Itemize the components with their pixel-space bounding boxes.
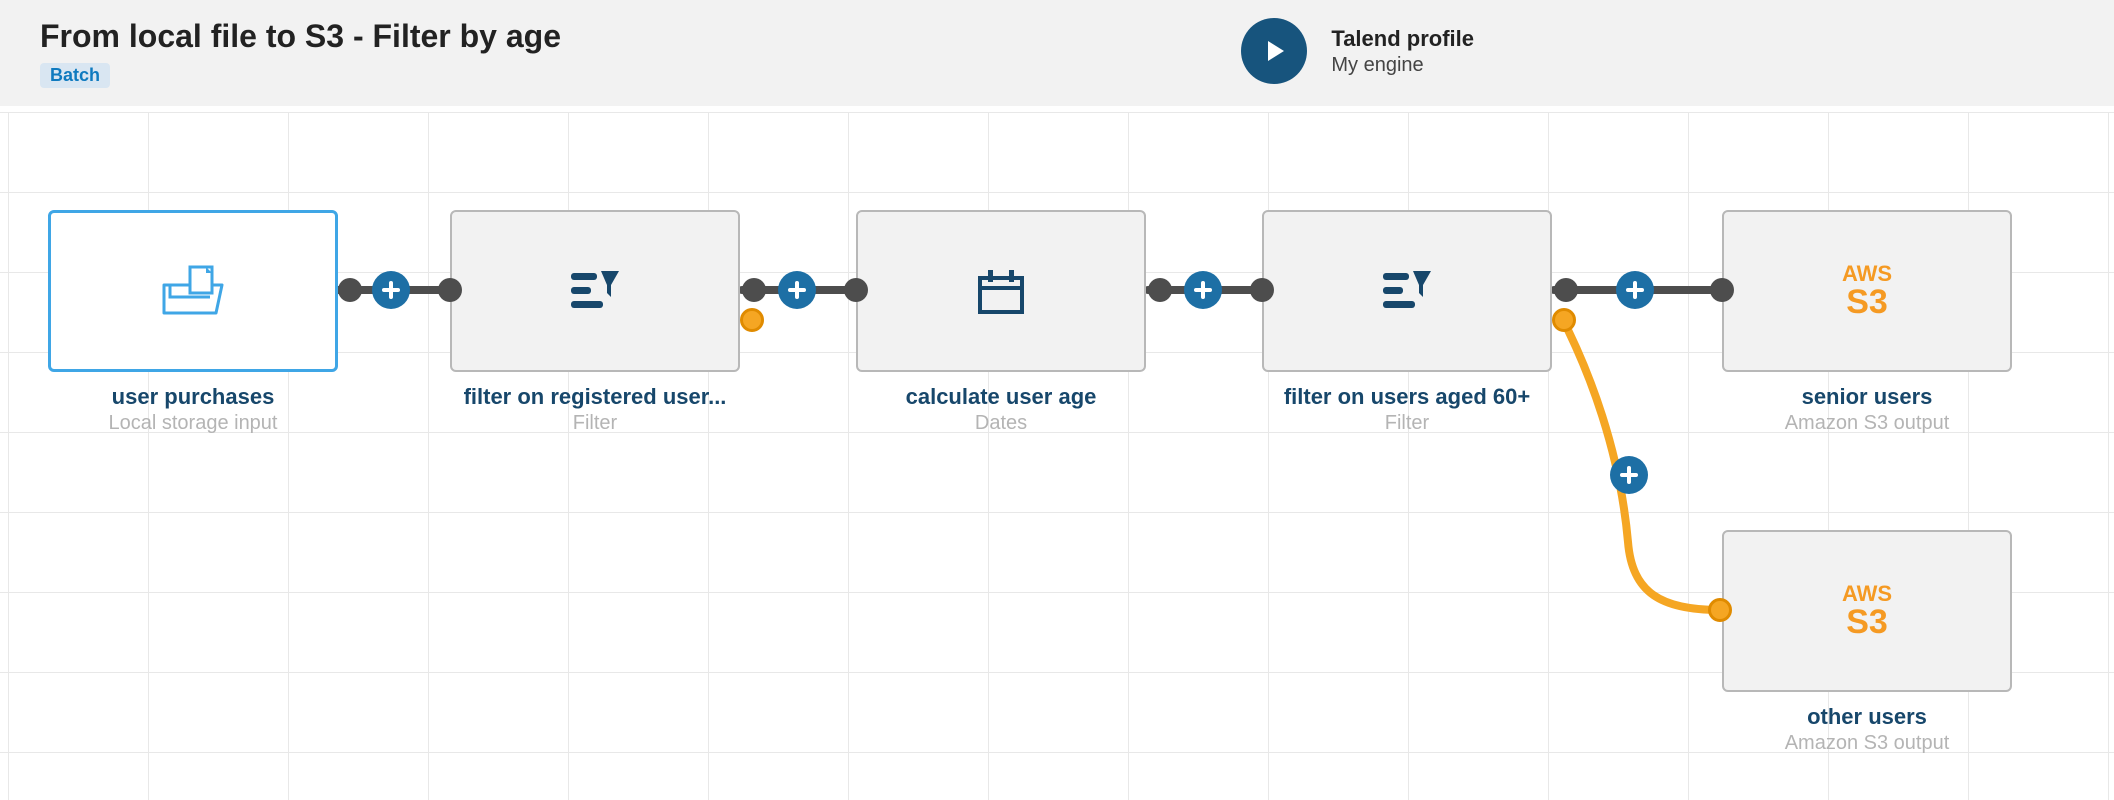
input-port[interactable] [438, 278, 462, 302]
add-step-button[interactable] [372, 271, 410, 309]
output-port[interactable] [742, 278, 766, 302]
add-step-button[interactable] [1184, 271, 1222, 309]
input-port[interactable] [1250, 278, 1274, 302]
mode-badge: Batch [40, 63, 110, 88]
aws-text: AWS [1842, 582, 1892, 605]
aws-text: AWS [1842, 262, 1892, 285]
output-port[interactable] [338, 278, 362, 302]
folder-file-icon [158, 263, 228, 319]
calendar-icon [974, 266, 1028, 316]
aws-s3-icon: AWS S3 [1842, 262, 1892, 321]
node-calculate-age-labels: calculate user age Dates [856, 384, 1146, 435]
pipeline-title: From local file to S3 - Filter by age [40, 18, 561, 55]
input-port[interactable] [844, 278, 868, 302]
filter-icon [1379, 267, 1435, 315]
add-step-button[interactable] [1610, 456, 1648, 494]
node-subtitle: Filter [450, 412, 740, 435]
run-button[interactable] [1241, 18, 1307, 84]
aws-s3-icon: AWS S3 [1842, 582, 1892, 641]
node-filter-aged-60-labels: filter on users aged 60+ Filter [1262, 384, 1552, 435]
node-subtitle: Filter [1262, 412, 1552, 435]
reject-port[interactable] [740, 308, 764, 332]
node-title: user purchases [48, 384, 338, 410]
profile-block[interactable]: Talend profile My engine [1331, 26, 1474, 77]
header-bar: From local file to S3 - Filter by age Ba… [0, 0, 2114, 106]
node-filter-registered-labels: filter on registered user... Filter [450, 384, 740, 435]
node-subtitle: Amazon S3 output [1722, 412, 2012, 435]
output-port[interactable] [1554, 278, 1578, 302]
node-calculate-age[interactable] [856, 210, 1146, 372]
node-title: senior users [1722, 384, 2012, 410]
add-step-button[interactable] [1616, 271, 1654, 309]
reject-port[interactable] [1552, 308, 1576, 332]
node-title: filter on registered user... [450, 384, 740, 410]
node-user-purchases-labels: user purchases Local storage input [48, 384, 338, 435]
s3-text: S3 [1842, 605, 1892, 641]
node-subtitle: Amazon S3 output [1722, 732, 2012, 755]
node-subtitle: Dates [856, 412, 1146, 435]
node-title: other users [1722, 704, 2012, 730]
input-port-reject[interactable] [1708, 598, 1732, 622]
node-subtitle: Local storage input [48, 412, 338, 435]
node-senior-users[interactable]: AWS S3 [1722, 210, 2012, 372]
node-other-users[interactable]: AWS S3 [1722, 530, 2012, 692]
add-step-button[interactable] [778, 271, 816, 309]
node-other-users-labels: other users Amazon S3 output [1722, 704, 2012, 755]
filter-icon [567, 267, 623, 315]
profile-label: Talend profile [1331, 26, 1474, 52]
pipeline-canvas[interactable]: user purchases Local storage input filte… [0, 112, 2114, 800]
header-right: Talend profile My engine [1241, 18, 2074, 84]
header-left: From local file to S3 - Filter by age Ba… [40, 18, 561, 88]
node-title: calculate user age [856, 384, 1146, 410]
node-title: filter on users aged 60+ [1262, 384, 1552, 410]
node-filter-registered[interactable] [450, 210, 740, 372]
node-senior-users-labels: senior users Amazon S3 output [1722, 384, 2012, 435]
profile-value: My engine [1331, 54, 1474, 77]
node-filter-aged-60[interactable] [1262, 210, 1552, 372]
s3-text: S3 [1842, 285, 1892, 321]
input-port[interactable] [1710, 278, 1734, 302]
node-user-purchases[interactable] [48, 210, 338, 372]
play-icon [1268, 41, 1284, 61]
output-port[interactable] [1148, 278, 1172, 302]
